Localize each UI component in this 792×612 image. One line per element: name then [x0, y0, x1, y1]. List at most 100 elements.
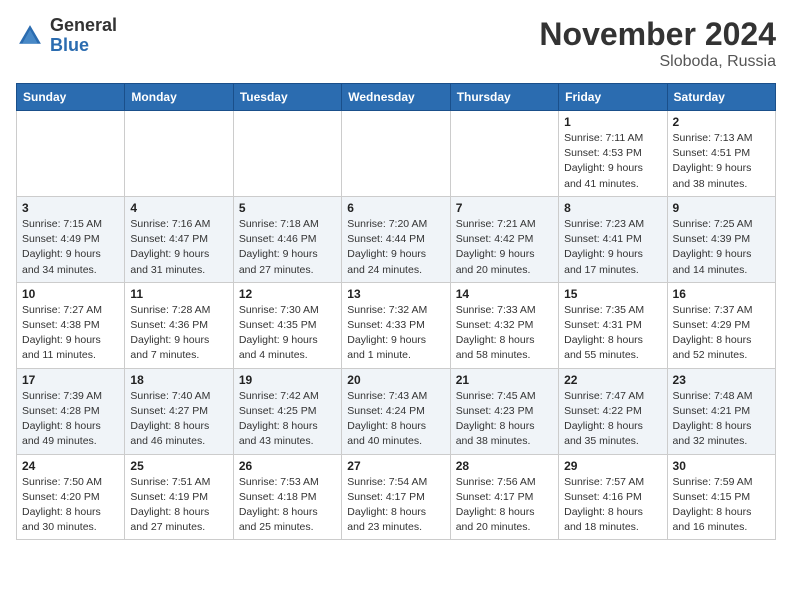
- day-number: 9: [673, 201, 770, 215]
- day-number: 6: [347, 201, 444, 215]
- day-number: 22: [564, 373, 661, 387]
- day-of-week-header: Monday: [125, 84, 233, 111]
- day-number: 15: [564, 287, 661, 301]
- calendar-cell: 17Sunrise: 7:39 AM Sunset: 4:28 PM Dayli…: [17, 368, 125, 454]
- day-of-week-header: Friday: [559, 84, 667, 111]
- day-number: 1: [564, 115, 661, 129]
- title-block: November 2024 Sloboda, Russia: [539, 16, 776, 71]
- calendar-cell: 26 Sunrise: 7:53 AM Sunset: 4:18 PM Dayli…: [233, 454, 341, 540]
- calendar-cell: 12 Sunrise: 7:30 AM Sunset: 4:35 PM Dayli…: [233, 282, 341, 368]
- day-info: Sunrise: 7:42 AM Sunset: 4:25 PM Dayligh…: [239, 389, 336, 450]
- calendar-cell: 5 Sunrise: 7:18 AM Sunset: 4:46 PM Daylig…: [233, 196, 341, 282]
- day-info: Sunrise: 7:54 AM Sunset: 4:17 PM Dayligh…: [347, 475, 444, 536]
- day-number: 27: [347, 459, 444, 473]
- calendar-cell: 2Sunrise: 7:13 AM Sunset: 4:51 PM Daylig…: [667, 111, 775, 197]
- calendar-cell: 14Sunrise: 7:33 AM Sunset: 4:32 PM Dayli…: [450, 282, 558, 368]
- day-info: Sunrise: 7:16 AM Sunset: 4:47 PM Dayligh…: [130, 217, 227, 278]
- day-info: Sunrise: 7:39 AM Sunset: 4:28 PM Dayligh…: [22, 389, 119, 450]
- calendar-week-row: 24Sunrise: 7:50 AM Sunset: 4:20 PM Dayli…: [17, 454, 776, 540]
- logo-general: General: [50, 15, 117, 35]
- calendar-cell: 16 Sunrise: 7:37 AM Sunset: 4:29 PM Dayli…: [667, 282, 775, 368]
- calendar-cell: 11 Sunrise: 7:28 AM Sunset: 4:36 PM Dayli…: [125, 282, 233, 368]
- calendar-cell: 20Sunrise: 7:43 AM Sunset: 4:24 PM Dayli…: [342, 368, 450, 454]
- day-of-week-header: Wednesday: [342, 84, 450, 111]
- day-number: 8: [564, 201, 661, 215]
- calendar-table: SundayMondayTuesdayWednesdayThursdayFrid…: [16, 83, 776, 540]
- page-header: General Blue November 2024 Sloboda, Russ…: [16, 16, 776, 71]
- day-info: Sunrise: 7:57 AM Sunset: 4:16 PM Dayligh…: [564, 475, 661, 536]
- calendar-cell: 29 Sunrise: 7:57 AM Sunset: 4:16 PM Dayli…: [559, 454, 667, 540]
- day-of-week-header: Thursday: [450, 84, 558, 111]
- day-info: Sunrise: 7:32 AM Sunset: 4:33 PM Dayligh…: [347, 303, 444, 364]
- month-title: November 2024: [539, 16, 776, 53]
- day-info: Sunrise: 7:53 AM Sunset: 4:18 PM Dayligh…: [239, 475, 336, 536]
- day-number: 26: [239, 459, 336, 473]
- calendar-week-row: 17Sunrise: 7:39 AM Sunset: 4:28 PM Dayli…: [17, 368, 776, 454]
- calendar-cell: 30Sunrise: 7:59 AM Sunset: 4:15 PM Dayli…: [667, 454, 775, 540]
- calendar-cell: 10 Sunrise: 7:27 AM Sunset: 4:38 PM Dayli…: [17, 282, 125, 368]
- logo-blue: Blue: [50, 35, 89, 55]
- day-number: 5: [239, 201, 336, 215]
- calendar-cell: 28 Sunrise: 7:56 AM Sunset: 4:17 PM Dayli…: [450, 454, 558, 540]
- day-info: Sunrise: 7:43 AM Sunset: 4:24 PM Dayligh…: [347, 389, 444, 450]
- day-info: Sunrise: 7:18 AM Sunset: 4:46 PM Dayligh…: [239, 217, 336, 278]
- day-number: 13: [347, 287, 444, 301]
- day-info: Sunrise: 7:37 AM Sunset: 4:29 PM Dayligh…: [673, 303, 770, 364]
- day-number: 11: [130, 287, 227, 301]
- day-info: Sunrise: 7:20 AM Sunset: 4:44 PM Dayligh…: [347, 217, 444, 278]
- day-number: 12: [239, 287, 336, 301]
- day-number: 29: [564, 459, 661, 473]
- day-info: Sunrise: 7:45 AM Sunset: 4:23 PM Dayligh…: [456, 389, 553, 450]
- day-number: 24: [22, 459, 119, 473]
- calendar-cell: 24Sunrise: 7:50 AM Sunset: 4:20 PM Dayli…: [17, 454, 125, 540]
- calendar-cell: 21 Sunrise: 7:45 AM Sunset: 4:23 PM Dayli…: [450, 368, 558, 454]
- day-of-week-header: Sunday: [17, 84, 125, 111]
- calendar-cell: 8Sunrise: 7:23 AM Sunset: 4:41 PM Daylig…: [559, 196, 667, 282]
- day-info: Sunrise: 7:27 AM Sunset: 4:38 PM Dayligh…: [22, 303, 119, 364]
- day-info: Sunrise: 7:35 AM Sunset: 4:31 PM Dayligh…: [564, 303, 661, 364]
- calendar-header-row: SundayMondayTuesdayWednesdayThursdayFrid…: [17, 84, 776, 111]
- day-number: 16: [673, 287, 770, 301]
- calendar-cell: 19Sunrise: 7:42 AM Sunset: 4:25 PM Dayli…: [233, 368, 341, 454]
- day-info: Sunrise: 7:25 AM Sunset: 4:39 PM Dayligh…: [673, 217, 770, 278]
- day-info: Sunrise: 7:33 AM Sunset: 4:32 PM Dayligh…: [456, 303, 553, 364]
- calendar-cell: 4 Sunrise: 7:16 AM Sunset: 4:47 PM Daylig…: [125, 196, 233, 282]
- day-number: 23: [673, 373, 770, 387]
- calendar-cell: 6 Sunrise: 7:20 AM Sunset: 4:44 PM Daylig…: [342, 196, 450, 282]
- calendar-week-row: 3 Sunrise: 7:15 AM Sunset: 4:49 PM Daylig…: [17, 196, 776, 282]
- day-of-week-header: Saturday: [667, 84, 775, 111]
- calendar-cell: 23Sunrise: 7:48 AM Sunset: 4:21 PM Dayli…: [667, 368, 775, 454]
- day-info: Sunrise: 7:15 AM Sunset: 4:49 PM Dayligh…: [22, 217, 119, 278]
- calendar-cell: 9 Sunrise: 7:25 AM Sunset: 4:39 PM Daylig…: [667, 196, 775, 282]
- calendar-cell: [342, 111, 450, 197]
- day-info: Sunrise: 7:21 AM Sunset: 4:42 PM Dayligh…: [456, 217, 553, 278]
- calendar-cell: [17, 111, 125, 197]
- day-info: Sunrise: 7:13 AM Sunset: 4:51 PM Dayligh…: [673, 131, 770, 192]
- day-number: 4: [130, 201, 227, 215]
- calendar-cell: [233, 111, 341, 197]
- day-number: 21: [456, 373, 553, 387]
- day-number: 25: [130, 459, 227, 473]
- calendar-cell: 18Sunrise: 7:40 AM Sunset: 4:27 PM Dayli…: [125, 368, 233, 454]
- day-info: Sunrise: 7:56 AM Sunset: 4:17 PM Dayligh…: [456, 475, 553, 536]
- day-number: 10: [22, 287, 119, 301]
- logo: General Blue: [16, 16, 117, 56]
- day-info: Sunrise: 7:40 AM Sunset: 4:27 PM Dayligh…: [130, 389, 227, 450]
- calendar-week-row: 1 Sunrise: 7:11 AM Sunset: 4:53 PM Daylig…: [17, 111, 776, 197]
- calendar-cell: 25Sunrise: 7:51 AM Sunset: 4:19 PM Dayli…: [125, 454, 233, 540]
- logo-icon: [16, 22, 44, 50]
- day-info: Sunrise: 7:28 AM Sunset: 4:36 PM Dayligh…: [130, 303, 227, 364]
- calendar-cell: [450, 111, 558, 197]
- day-number: 3: [22, 201, 119, 215]
- day-info: Sunrise: 7:47 AM Sunset: 4:22 PM Dayligh…: [564, 389, 661, 450]
- day-number: 30: [673, 459, 770, 473]
- calendar-cell: 7Sunrise: 7:21 AM Sunset: 4:42 PM Daylig…: [450, 196, 558, 282]
- calendar-cell: 1 Sunrise: 7:11 AM Sunset: 4:53 PM Daylig…: [559, 111, 667, 197]
- calendar-cell: 15 Sunrise: 7:35 AM Sunset: 4:31 PM Dayli…: [559, 282, 667, 368]
- calendar-cell: 22 Sunrise: 7:47 AM Sunset: 4:22 PM Dayli…: [559, 368, 667, 454]
- calendar-cell: [125, 111, 233, 197]
- location: Sloboda, Russia: [539, 53, 776, 71]
- day-number: 28: [456, 459, 553, 473]
- day-info: Sunrise: 7:30 AM Sunset: 4:35 PM Dayligh…: [239, 303, 336, 364]
- day-info: Sunrise: 7:11 AM Sunset: 4:53 PM Dayligh…: [564, 131, 661, 192]
